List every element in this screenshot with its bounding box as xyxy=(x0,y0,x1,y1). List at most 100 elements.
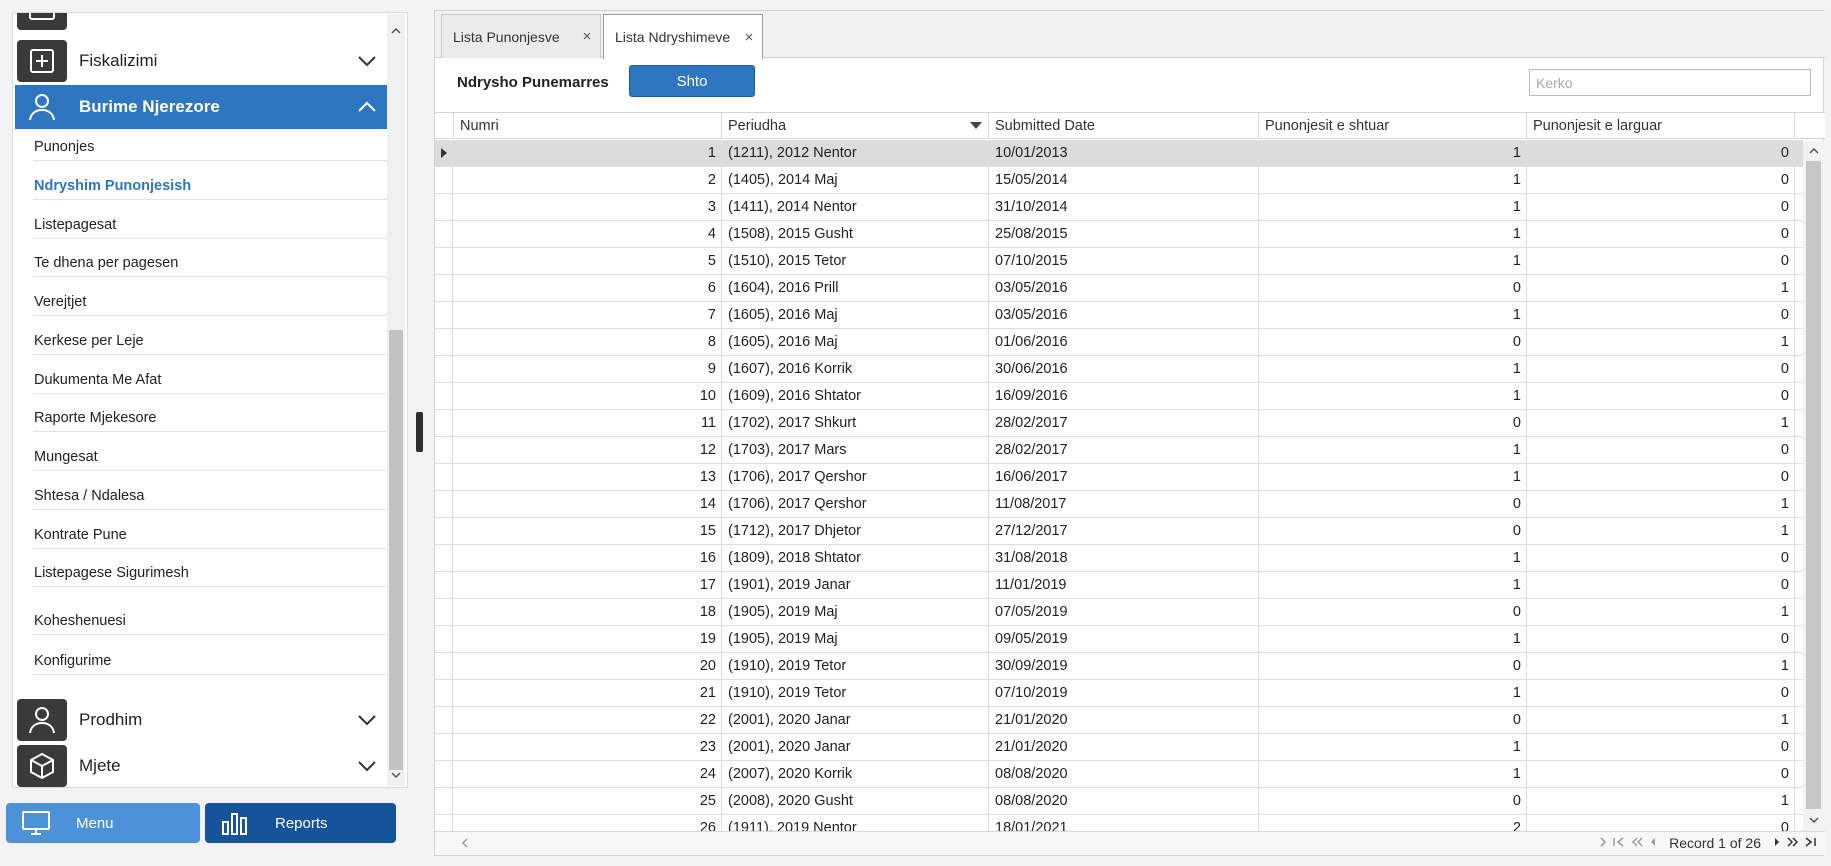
numri-cell[interactable]: 19 xyxy=(454,626,722,652)
shtuar-cell[interactable]: 0 xyxy=(1259,518,1527,544)
row-indicator[interactable] xyxy=(435,653,453,679)
table-row[interactable]: 19 (1905), 2019 Maj 09/05/2019 1 0 xyxy=(435,626,1803,653)
shtuar-cell[interactable]: 0 xyxy=(1259,275,1527,301)
sidebar-item-kontrate-pune[interactable]: Kontrate Pune xyxy=(33,523,397,549)
row-indicator[interactable] xyxy=(435,410,453,436)
close-icon[interactable]: × xyxy=(736,29,762,46)
shtuar-cell[interactable]: 1 xyxy=(1259,437,1527,463)
menu-button[interactable]: Menu xyxy=(6,803,200,843)
larguar-cell[interactable]: 0 xyxy=(1527,140,1795,166)
row-indicator[interactable] xyxy=(435,572,453,598)
larguar-cell[interactable]: 1 xyxy=(1527,275,1795,301)
shtuar-cell[interactable]: 1 xyxy=(1259,302,1527,328)
tab-lista-punonjesve[interactable]: Lista Punonjesve × xyxy=(441,14,601,58)
row-indicator[interactable] xyxy=(435,248,453,274)
larguar-cell[interactable]: 1 xyxy=(1527,518,1795,544)
row-indicator[interactable] xyxy=(435,437,453,463)
table-row[interactable]: 23 (2001), 2020 Janar 21/01/2020 1 0 xyxy=(435,734,1803,761)
sidebar-item-shtesa-ndalesa[interactable]: Shtesa / Ndalesa xyxy=(33,484,397,510)
periudha-cell[interactable]: (1702), 2017 Shkurt xyxy=(722,410,989,436)
sidebar-item-punonjes[interactable]: Punonjes xyxy=(33,135,397,161)
periudha-cell[interactable]: (2007), 2020 Korrik xyxy=(722,761,989,787)
periudha-cell[interactable]: (1706), 2017 Qershor xyxy=(722,491,989,517)
chevron-down-icon[interactable] xyxy=(347,751,387,781)
larguar-cell[interactable]: 0 xyxy=(1527,167,1795,193)
shtuar-cell[interactable]: 1 xyxy=(1259,248,1527,274)
numri-cell[interactable]: 5 xyxy=(454,248,722,274)
numri-cell[interactable]: 9 xyxy=(454,356,722,382)
submitted-date-cell[interactable]: 03/05/2016 xyxy=(989,302,1259,328)
sidebar-group-clipped[interactable] xyxy=(15,13,387,31)
numri-cell[interactable]: 13 xyxy=(454,464,722,490)
numri-cell[interactable]: 12 xyxy=(454,437,722,463)
table-row[interactable]: 10 (1609), 2016 Shtator 16/09/2016 1 0 xyxy=(435,383,1803,410)
submitted-date-cell[interactable]: 25/08/2015 xyxy=(989,221,1259,247)
scroll-up-icon[interactable] xyxy=(1805,142,1822,160)
larguar-cell[interactable]: 0 xyxy=(1527,680,1795,706)
periudha-cell[interactable]: (2001), 2020 Janar xyxy=(722,734,989,760)
next-record-icon[interactable] xyxy=(1773,836,1781,850)
shtuar-cell[interactable]: 1 xyxy=(1259,167,1527,193)
periudha-cell[interactable]: (1712), 2017 Dhjetor xyxy=(722,518,989,544)
column-header-submitted-date[interactable]: Submitted Date xyxy=(989,113,1259,139)
numri-cell[interactable]: 16 xyxy=(454,545,722,571)
scroll-right-icon[interactable] xyxy=(1599,836,1607,850)
table-row[interactable]: 15 (1712), 2017 Dhjetor 27/12/2017 0 1 xyxy=(435,518,1803,545)
numri-cell[interactable]: 7 xyxy=(454,302,722,328)
sidebar-item-listepagese-sigurimesh[interactable]: Listepagese Sigurimesh xyxy=(33,561,397,587)
submitted-date-cell[interactable]: 30/06/2016 xyxy=(989,356,1259,382)
row-indicator[interactable] xyxy=(435,599,453,625)
sidebar-item-koheshenuesi[interactable]: Koheshenuesi xyxy=(33,609,397,635)
row-indicator[interactable] xyxy=(435,680,453,706)
numri-cell[interactable]: 14 xyxy=(454,491,722,517)
submitted-date-cell[interactable]: 07/10/2015 xyxy=(989,248,1259,274)
numri-cell[interactable]: 21 xyxy=(454,680,722,706)
table-row[interactable]: 5 (1510), 2015 Tetor 07/10/2015 1 0 xyxy=(435,248,1803,275)
grid-scrollbar[interactable] xyxy=(1803,141,1824,831)
sidebar-group-prodhim[interactable]: Prodhim xyxy=(15,698,387,742)
larguar-cell[interactable]: 0 xyxy=(1527,221,1795,247)
shtuar-cell[interactable]: 1 xyxy=(1259,221,1527,247)
submitted-date-cell[interactable]: 07/05/2019 xyxy=(989,599,1259,625)
shtuar-cell[interactable]: 1 xyxy=(1259,356,1527,382)
sidebar-group-fiskalizimi[interactable]: Fiskalizimi xyxy=(15,39,387,83)
sidebar-item-dukumenta-me-afat[interactable]: Dukumenta Me Afat xyxy=(33,368,397,394)
shtuar-cell[interactable]: 1 xyxy=(1259,734,1527,760)
larguar-cell[interactable]: 1 xyxy=(1527,788,1795,814)
row-indicator[interactable] xyxy=(435,518,453,544)
sidebar-item-raporte-mjekesore[interactable]: Raporte Mjekesore xyxy=(33,406,397,432)
row-indicator[interactable] xyxy=(435,383,453,409)
periudha-cell[interactable]: (2001), 2020 Janar xyxy=(722,707,989,733)
numri-cell[interactable]: 15 xyxy=(454,518,722,544)
row-indicator[interactable] xyxy=(435,275,453,301)
sidebar-item-te-dhena-per-pagesen[interactable]: Te dhena per pagesen xyxy=(33,251,397,277)
numri-cell[interactable]: 4 xyxy=(454,221,722,247)
submitted-date-cell[interactable]: 15/05/2014 xyxy=(989,167,1259,193)
shtuar-cell[interactable]: 1 xyxy=(1259,464,1527,490)
table-row[interactable]: 16 (1809), 2018 Shtator 31/08/2018 1 0 xyxy=(435,545,1803,572)
row-indicator[interactable] xyxy=(435,302,453,328)
submitted-date-cell[interactable]: 21/01/2020 xyxy=(989,707,1259,733)
numri-cell[interactable]: 8 xyxy=(454,329,722,355)
table-row[interactable]: 2 (1405), 2014 Maj 15/05/2014 1 0 xyxy=(435,167,1803,194)
row-indicator[interactable] xyxy=(435,167,453,193)
periudha-cell[interactable]: (2008), 2020 Gusht xyxy=(722,788,989,814)
larguar-cell[interactable]: 0 xyxy=(1527,761,1795,787)
scroll-up-icon[interactable] xyxy=(387,22,405,40)
reports-button[interactable]: Reports xyxy=(205,803,396,843)
submitted-date-cell[interactable]: 11/01/2019 xyxy=(989,572,1259,598)
scrollbar-thumb[interactable] xyxy=(389,330,403,770)
table-row[interactable]: 4 (1508), 2015 Gusht 25/08/2015 1 0 xyxy=(435,221,1803,248)
table-row[interactable]: 22 (2001), 2020 Janar 21/01/2020 0 1 xyxy=(435,707,1803,734)
submitted-date-cell[interactable]: 07/10/2019 xyxy=(989,680,1259,706)
numri-cell[interactable]: 18 xyxy=(454,599,722,625)
shtuar-cell[interactable]: 0 xyxy=(1259,491,1527,517)
periudha-cell[interactable]: (1901), 2019 Janar xyxy=(722,572,989,598)
table-row[interactable]: 6 (1604), 2016 Prill 03/05/2016 0 1 xyxy=(435,275,1803,302)
shtuar-cell[interactable]: 1 xyxy=(1259,626,1527,652)
row-indicator[interactable] xyxy=(435,707,453,733)
table-row[interactable]: 1 (1211), 2012 Nentor 10/01/2013 1 0 xyxy=(435,140,1803,167)
table-row[interactable]: 14 (1706), 2017 Qershor 11/08/2017 0 1 xyxy=(435,491,1803,518)
submitted-date-cell[interactable]: 08/08/2020 xyxy=(989,761,1259,787)
larguar-cell[interactable]: 0 xyxy=(1527,626,1795,652)
